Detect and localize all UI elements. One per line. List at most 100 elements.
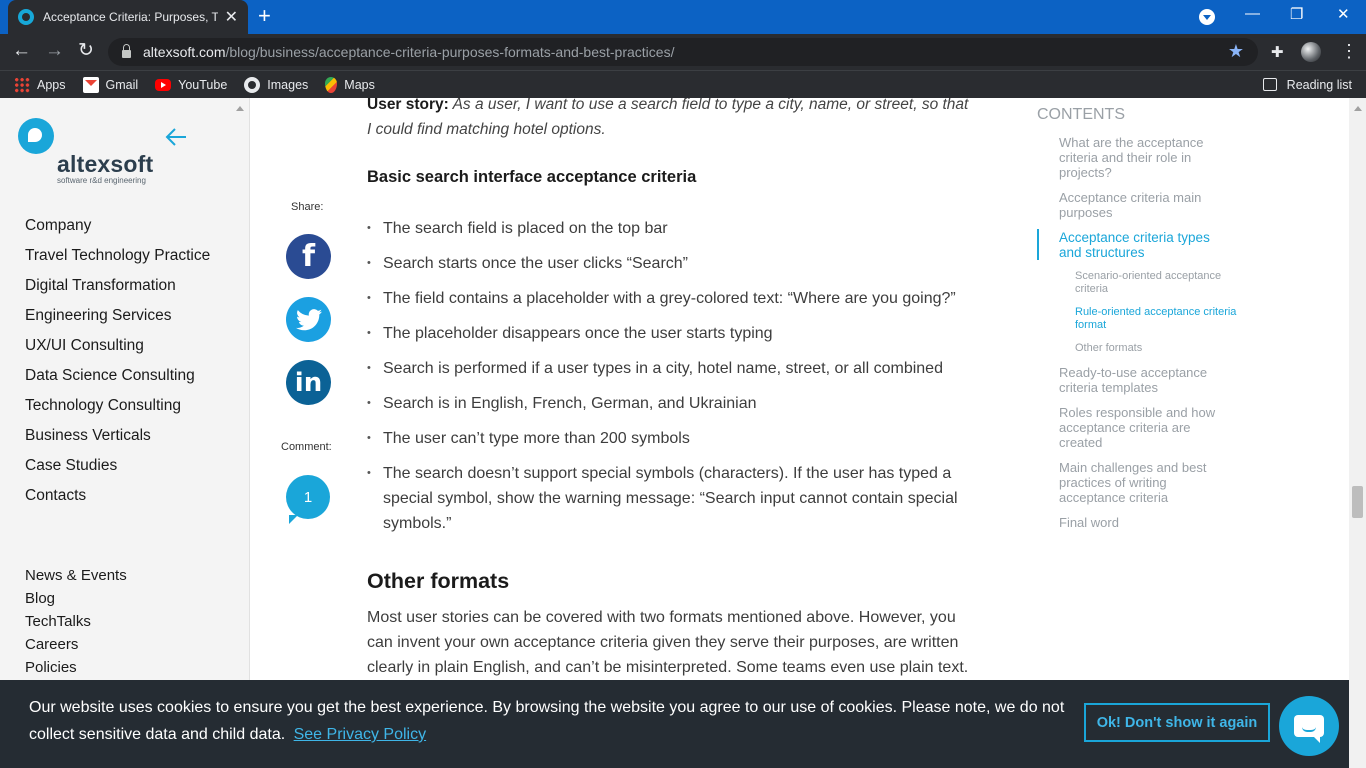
bookmark-gmail[interactable]: Gmail — [82, 76, 138, 93]
twitter-share-icon[interactable] — [286, 297, 331, 342]
lock-icon[interactable] — [122, 43, 131, 58]
chat-button[interactable] — [1279, 696, 1339, 756]
list-item: The search field is placed on the top ba… — [367, 216, 972, 241]
bookmark-label: Apps — [37, 77, 66, 92]
sidebar-item-digital-transformation[interactable]: Digital Transformation — [25, 276, 210, 306]
sidebar-item-policies[interactable]: Policies — [25, 658, 127, 681]
extensions-icon[interactable]: ✚ — [1271, 43, 1284, 61]
tab-title: Acceptance Criteria: Purposes, Ty — [43, 10, 218, 24]
site-favicon-icon — [18, 9, 34, 25]
list-item: The placeholder disappears once the user… — [367, 321, 972, 346]
sidebar-item-technology-consulting[interactable]: Technology Consulting — [25, 396, 210, 426]
apps-grid-icon — [14, 76, 30, 93]
list-item: The field contains a placeholder with a … — [367, 286, 972, 311]
bookmark-label: YouTube — [178, 77, 228, 92]
toc-item[interactable]: Acceptance criteria main purposes — [1059, 190, 1234, 220]
cookie-accept-button[interactable]: Ok! Don't show it again — [1084, 703, 1270, 742]
sidebar-item-news-events[interactable]: News & Events — [25, 566, 127, 589]
reading-list-label: Reading list — [1286, 77, 1352, 92]
other-formats-heading: Other formats — [367, 569, 510, 593]
sidebar-item-blog[interactable]: Blog — [25, 589, 127, 612]
browser-tab-strip: Acceptance Criteria: Purposes, Ty ✕ + — … — [0, 0, 1366, 34]
bookmark-images[interactable]: Images — [244, 76, 309, 93]
sidebar-item-engineering-services[interactable]: Engineering Services — [25, 306, 210, 336]
close-tab-icon[interactable]: ✕ — [225, 7, 238, 27]
sidebar-main-nav: Company Travel Technology Practice Digit… — [25, 216, 210, 516]
toc-item-active[interactable]: Acceptance criteria types and structures — [1059, 230, 1234, 260]
sidebar-secondary-nav: News & Events Blog TechTalks Careers Pol… — [25, 566, 127, 681]
sidebar-item-company[interactable]: Company — [25, 216, 210, 246]
list-item: The search doesn’t support special symbo… — [367, 461, 972, 536]
sidebar-item-travel-technology[interactable]: Travel Technology Practice — [25, 246, 210, 276]
close-window-icon[interactable]: ✕ — [1337, 5, 1350, 23]
scroll-thumb[interactable] — [1352, 486, 1363, 518]
sidebar-item-careers[interactable]: Careers — [25, 635, 127, 658]
browser-toolbar: ← → ↻ altexsoft.com /blog/business/accep… — [0, 34, 1366, 70]
toc-subitem-active[interactable]: Rule-oriented acceptance criteria format — [1075, 306, 1245, 332]
tab-search-icon[interactable] — [1199, 9, 1215, 25]
comment-label: Comment: — [281, 441, 332, 453]
user-story-paragraph: User story: As a user, I want to use a s… — [367, 98, 972, 142]
logo-subtitle: software r&d engineering — [57, 176, 146, 185]
list-item: Search starts once the user clicks “Sear… — [367, 251, 972, 276]
sidebar-item-case-studies[interactable]: Case Studies — [25, 456, 210, 486]
sidebar-item-contacts[interactable]: Contacts — [25, 486, 210, 516]
collapse-arrow-icon[interactable] — [164, 125, 188, 149]
altexsoft-logo-icon[interactable] — [18, 118, 54, 154]
back-icon[interactable]: ← — [12, 40, 31, 62]
youtube-icon — [155, 78, 172, 91]
forward-icon[interactable]: → — [45, 40, 64, 62]
twitter-bird-icon — [295, 308, 322, 330]
sidebar-item-data-science[interactable]: Data Science Consulting — [25, 366, 210, 396]
reading-list-button[interactable]: Reading list — [1262, 77, 1352, 92]
section-heading: Basic search interface acceptance criter… — [367, 168, 697, 186]
sidebar-item-business-verticals[interactable]: Business Verticals — [25, 426, 210, 456]
bookmarks-bar: Apps Gmail YouTube Images Maps Reading l… — [0, 70, 1366, 98]
new-tab-icon[interactable]: + — [258, 4, 271, 28]
bookmark-apps[interactable]: Apps — [14, 76, 66, 93]
bookmark-youtube[interactable]: YouTube — [155, 78, 227, 92]
web-page: altexsoft software r&d engineering Compa… — [0, 98, 1366, 768]
user-story-label: User story: — [367, 98, 449, 113]
toc-heading: CONTENTS — [1037, 106, 1125, 123]
linkedin-share-icon[interactable]: in — [286, 360, 331, 405]
profile-avatar[interactable] — [1301, 42, 1321, 62]
sidebar-scroll-up-icon[interactable] — [236, 106, 244, 111]
toc-item[interactable]: Ready-to-use acceptance criteria templat… — [1059, 365, 1234, 395]
comment-count-button[interactable]: 1 — [286, 475, 330, 524]
menu-icon[interactable]: ⋮ — [1340, 40, 1358, 62]
toc-subitem[interactable]: Other formats — [1075, 342, 1245, 355]
scroll-up-icon[interactable] — [1354, 106, 1362, 111]
address-bar[interactable]: altexsoft.com /blog/business/acceptance-… — [108, 38, 1258, 66]
logo-text[interactable]: altexsoft — [57, 151, 153, 178]
toc-item[interactable]: Final word — [1059, 515, 1234, 530]
reload-icon[interactable]: ↻ — [78, 40, 94, 62]
facebook-share-icon[interactable]: f — [286, 234, 331, 279]
sidebar-item-techtalks[interactable]: TechTalks — [25, 612, 127, 635]
chat-icon — [1294, 715, 1324, 743]
cookie-text: Our website uses cookies to ensure you g… — [29, 699, 1065, 743]
bookmark-label: Maps — [344, 77, 375, 92]
reading-list-icon — [1262, 78, 1277, 91]
toc-item[interactable]: Roles responsible and how acceptance cri… — [1059, 405, 1234, 450]
page-scrollbar[interactable] — [1349, 98, 1366, 768]
gmail-icon — [82, 76, 99, 93]
toc-subitem[interactable]: Scenario-oriented acceptance criteria — [1075, 270, 1245, 296]
cookie-banner: Our website uses cookies to ensure you g… — [0, 680, 1349, 768]
images-icon — [244, 76, 261, 93]
share-label: Share: — [291, 201, 324, 213]
minimize-icon[interactable]: — — [1245, 5, 1260, 22]
bookmark-star-icon[interactable]: ★ — [1228, 41, 1244, 62]
acceptance-criteria-list: The search field is placed on the top ba… — [367, 216, 972, 546]
user-story-text: As a user, I want to use a search field … — [367, 98, 969, 138]
url-path: /blog/business/acceptance-criteria-purpo… — [225, 44, 675, 60]
toc-item[interactable]: What are the acceptance criteria and the… — [1059, 135, 1234, 180]
maps-pin-icon — [325, 76, 338, 93]
restore-icon[interactable]: ❐ — [1290, 5, 1303, 23]
browser-tab[interactable]: Acceptance Criteria: Purposes, Ty ✕ — [8, 0, 248, 34]
bookmark-label: Images — [267, 77, 309, 92]
bookmark-maps[interactable]: Maps — [325, 76, 375, 93]
sidebar-item-ux-ui-consulting[interactable]: UX/UI Consulting — [25, 336, 210, 366]
privacy-policy-link[interactable]: See Privacy Policy — [294, 726, 427, 743]
toc-item[interactable]: Main challenges and best practices of wr… — [1059, 460, 1234, 505]
